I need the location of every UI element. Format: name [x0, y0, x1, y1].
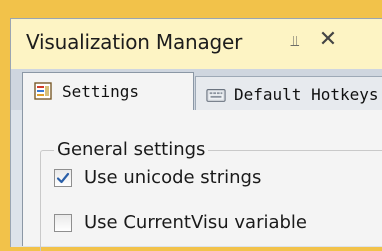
general-settings-title: General settings — [54, 139, 209, 160]
use-currentvisu-variable-checkbox[interactable] — [54, 214, 72, 232]
checkmark-icon — [56, 172, 70, 184]
close-icon[interactable]: ✕ — [316, 28, 340, 52]
use-currentvisu-variable-label: Use CurrentVisu variable — [84, 212, 307, 233]
panel-title: Visualization Manager — [26, 30, 243, 54]
use-unicode-strings-label: Use unicode strings — [84, 167, 262, 188]
tab-default-hotkeys-label: Default Hotkeys — [234, 85, 379, 104]
tab-default-hotkeys[interactable]: Default Hotkeys — [195, 76, 382, 111]
tab-settings[interactable]: Settings — [22, 72, 194, 111]
general-settings-group — [40, 150, 382, 251]
tab-settings-label: Settings — [62, 82, 140, 101]
use-unicode-strings-checkbox[interactable] — [54, 169, 72, 187]
keyboard-icon — [206, 89, 226, 102]
settings-icon — [34, 82, 52, 100]
pin-icon[interactable]: ⫫ — [286, 32, 304, 50]
